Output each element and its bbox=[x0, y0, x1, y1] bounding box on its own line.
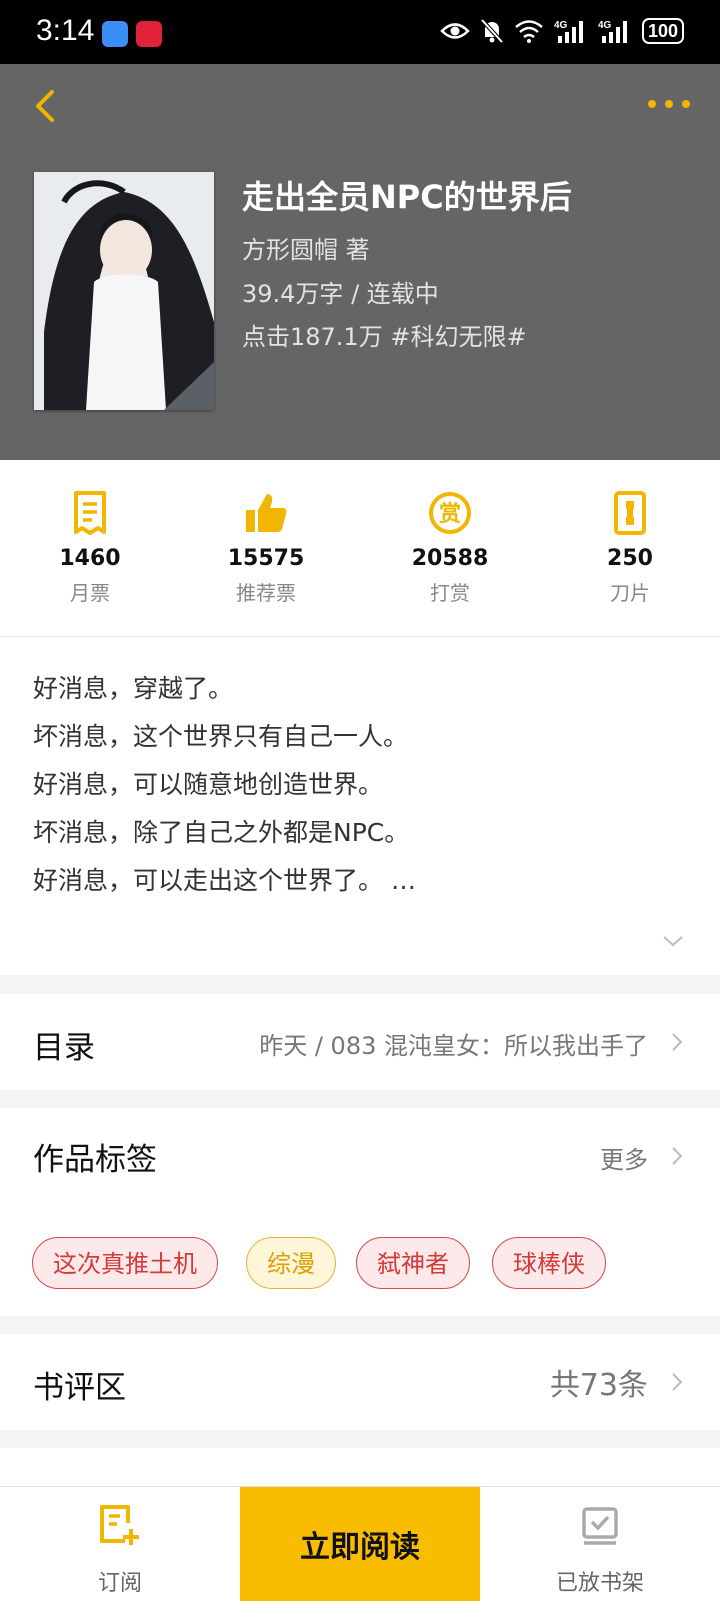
synopsis-line: 好消息，可以随意地创造世界。 bbox=[33, 770, 384, 799]
cover-illustration bbox=[34, 172, 214, 410]
next-section-peek bbox=[0, 1448, 720, 1488]
chevron-right-icon bbox=[672, 1033, 683, 1051]
subscribe-button[interactable]: 订阅 bbox=[0, 1487, 240, 1601]
stat-label: 月票 bbox=[70, 581, 110, 605]
monthly-ticket-icon bbox=[74, 491, 106, 535]
book-synopsis[interactable]: 好消息，穿越了。 坏消息，这个世界只有自己一人。 好消息，可以随意地创造世界。 … bbox=[0, 637, 720, 975]
synopsis-line: 好消息，穿越了。 bbox=[33, 674, 234, 703]
reviews-count: 共73条 bbox=[549, 1368, 648, 1403]
book-title: 走出全员NPC的世界后 bbox=[242, 178, 572, 216]
book-clicks-genre: 点击187.1万 #科幻无限# bbox=[242, 323, 527, 351]
stat-value: 20588 bbox=[411, 546, 489, 571]
stat-value: 15575 bbox=[227, 546, 305, 571]
chevron-right-icon[interactable] bbox=[670, 1145, 684, 1167]
status-bar: 3:14 4G 4G 100 bbox=[0, 0, 720, 64]
stat-recommend[interactable]: 15575 推荐票 bbox=[176, 490, 356, 606]
book-cover[interactable] bbox=[34, 172, 214, 410]
tag-chip[interactable]: 这次真推土机 bbox=[32, 1237, 218, 1289]
stat-label: 刀片 bbox=[610, 581, 650, 605]
tags-section-label: 作品标签 bbox=[33, 1142, 157, 1178]
wifi-icon bbox=[515, 20, 543, 43]
stat-monthly-ticket[interactable]: 1460 月票 bbox=[0, 490, 180, 606]
catalog-label: 目录 bbox=[33, 1030, 95, 1066]
status-indicators: 4G 4G 100 bbox=[440, 18, 684, 44]
reviews-label: 书评区 bbox=[33, 1370, 126, 1406]
latest-chapter: 昨天 / 083 混沌皇女：所以我出手了 bbox=[259, 1032, 648, 1060]
subscribe-icon bbox=[100, 1505, 139, 1545]
on-shelf-label: 已放书架 bbox=[555, 1571, 644, 1596]
blade-icon bbox=[614, 491, 646, 535]
signal-icon-2: 4G bbox=[598, 20, 627, 43]
synopsis-line: 坏消息，这个世界只有自己一人。 bbox=[33, 722, 409, 751]
stat-label: 打赏 bbox=[430, 581, 470, 605]
stats-bar: 1460 月票 15575 推荐票 赏 20588 打赏 250 刀片 bbox=[0, 460, 720, 637]
reward-coin-icon: 赏 bbox=[429, 492, 471, 534]
catalog-row[interactable]: 目录 昨天 / 083 混沌皇女：所以我出手了 bbox=[0, 994, 720, 1090]
app-notification-icon-red bbox=[136, 21, 162, 47]
book-word-count: 39.4万字 / 连载中 bbox=[242, 280, 439, 308]
book-author[interactable]: 方形圆帽 著 bbox=[242, 230, 370, 265]
svg-text:赏: 赏 bbox=[439, 502, 461, 527]
synopsis-line: 坏消息，除了自己之外都是NPC。 bbox=[33, 818, 410, 847]
status-time: 3:14 bbox=[36, 14, 95, 47]
tag-chip[interactable]: 球棒侠 bbox=[492, 1237, 606, 1289]
svg-text:4G: 4G bbox=[554, 20, 568, 31]
on-shelf-button[interactable]: 已放书架 bbox=[480, 1487, 720, 1601]
svg-text:4G: 4G bbox=[598, 20, 612, 31]
muted-bell-icon bbox=[480, 18, 504, 44]
book-header: 走出全员NPC的世界后 方形圆帽 著 39.4万字 / 连载中 点击187.1万… bbox=[0, 64, 720, 460]
signal-icon: 4G bbox=[554, 20, 583, 43]
stat-blade[interactable]: 250 刀片 bbox=[540, 490, 720, 606]
stat-value: 250 bbox=[607, 546, 653, 571]
tag-chip[interactable]: 综漫 bbox=[246, 1237, 336, 1289]
back-icon[interactable] bbox=[30, 86, 64, 126]
app-notification-icon bbox=[102, 21, 128, 47]
stat-value: 1460 bbox=[59, 546, 121, 571]
read-now-button[interactable]: 立即阅读 bbox=[240, 1487, 480, 1601]
subscribe-label: 订阅 bbox=[97, 1571, 142, 1596]
synopsis-line: 好消息，可以走出这个世界了。 … bbox=[33, 866, 416, 895]
battery-indicator: 100 bbox=[641, 18, 684, 44]
thumbs-up-icon bbox=[246, 494, 287, 532]
more-options-icon[interactable] bbox=[648, 100, 690, 108]
tag-chip[interactable]: 弑神者 bbox=[356, 1237, 470, 1289]
stat-reward[interactable]: 赏 20588 打赏 bbox=[360, 490, 540, 606]
expand-chevron-icon[interactable] bbox=[662, 935, 684, 947]
tags-more-link[interactable]: 更多 bbox=[600, 1140, 648, 1175]
chevron-right-icon bbox=[672, 1373, 683, 1391]
stat-label: 推荐票 bbox=[236, 581, 296, 605]
eye-icon bbox=[440, 23, 470, 39]
bookshelf-check-icon bbox=[582, 1507, 618, 1545]
reviews-row[interactable]: 书评区 共73条 bbox=[0, 1334, 720, 1430]
bottom-action-bar: 订阅 立即阅读 已放书架 bbox=[0, 1486, 720, 1601]
